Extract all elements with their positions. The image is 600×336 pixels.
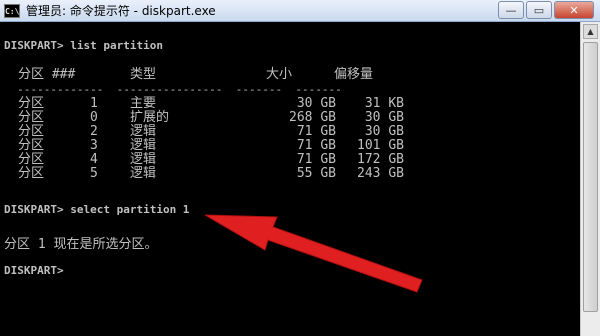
title-bar[interactable]: C:\ 管理员: 命令提示符 - diskpart.exe — ▭ ✕ xyxy=(0,0,600,22)
scroll-thumb[interactable] xyxy=(583,42,598,312)
close-button[interactable]: ✕ xyxy=(554,1,594,19)
window-controls: — ▭ ✕ xyxy=(496,1,594,19)
console-output[interactable]: DISKPART> list partition 分区 ### 类型 大小 偏移… xyxy=(0,22,580,336)
header-offset: 偏移量 xyxy=(334,67,374,82)
result-message: 分区 1 现在是所选分区。 xyxy=(4,237,158,252)
window-title: 管理员: 命令提示符 - diskpart.exe xyxy=(26,4,216,18)
maximize-button[interactable]: ▭ xyxy=(526,1,552,19)
cmd-app-icon: C:\ xyxy=(4,3,20,18)
table-divider: ------------- ---------------- ------- -… xyxy=(4,83,342,96)
minimize-button[interactable]: — xyxy=(498,1,524,19)
header-size: 大小 xyxy=(266,67,293,82)
header-partition: 分区 ### xyxy=(18,67,76,82)
vertical-scrollbar[interactable]: ▲ xyxy=(580,22,600,336)
scroll-up-arrow-icon[interactable]: ▲ xyxy=(583,24,598,39)
header-type: 类型 xyxy=(130,67,157,82)
command-list-partition: DISKPART> list partition xyxy=(4,39,163,52)
command-select-partition: DISKPART> select partition 1 xyxy=(4,203,190,216)
command-prompt: DISKPART> xyxy=(4,264,64,277)
